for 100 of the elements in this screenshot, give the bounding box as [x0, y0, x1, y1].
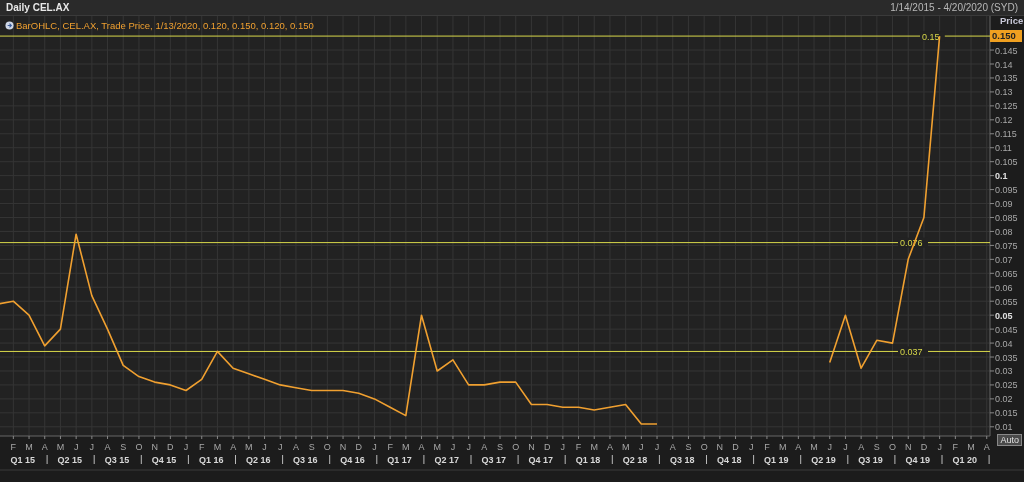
series-legend: BarOHLC, CEL.AX, Trade Price, 1/13/2020, 0.120, 0.150, 0.120, 0.150	[16, 20, 314, 31]
axis-label: A	[104, 442, 111, 452]
quarter-label: Q3 19	[858, 455, 883, 465]
axis-label: 0.135	[995, 73, 1018, 84]
axis-label: J	[278, 442, 283, 452]
chart-title: Daily CEL.AX	[6, 2, 70, 13]
axis-label: J	[183, 442, 189, 452]
axis-label: 0.045	[995, 324, 1018, 335]
level-label: 0.15	[922, 31, 940, 42]
quarter-label: Q3 17	[481, 455, 507, 465]
axis-label: 0.08	[995, 226, 1013, 237]
axis-label: F	[575, 442, 582, 452]
axis-label: J	[749, 442, 754, 452]
axis-label: O	[323, 442, 331, 452]
axis-label: M	[245, 442, 253, 452]
axis-label: 0.09	[995, 199, 1013, 210]
axis-label: O	[135, 442, 143, 452]
axis-label: F	[10, 442, 17, 452]
axis-label: M	[810, 442, 818, 452]
axis-label: 0.14	[995, 59, 1013, 70]
quarter-label: Q4 17	[528, 455, 554, 465]
axis-label: J	[262, 442, 267, 452]
axis-label: 0.015	[995, 408, 1018, 419]
quarter-label: Q2 16	[246, 455, 271, 465]
axis-label: 0.06	[995, 282, 1013, 293]
axis-label: A	[669, 442, 676, 452]
axis-label: F	[952, 442, 959, 452]
quarter-label: Q1 16	[198, 455, 224, 465]
quarter-label: Q3 18	[669, 455, 695, 465]
axis-label: M	[56, 442, 65, 452]
axis-label: A	[983, 442, 990, 452]
axis-label: D	[167, 442, 174, 452]
axis-label: M	[590, 442, 598, 452]
quarter-label: Q1 17	[387, 455, 412, 465]
axis-label: 0.11	[995, 143, 1012, 154]
axis-label: J	[843, 442, 848, 452]
axis-label: S	[873, 442, 880, 452]
quarter-label: Q1 15	[10, 455, 36, 465]
axis-label: J	[654, 442, 660, 452]
axis-label: N	[716, 442, 724, 452]
info-icon[interactable]	[5, 21, 14, 30]
axis-label: N	[151, 442, 158, 452]
axis-label: J	[89, 442, 95, 452]
axis-label: F	[199, 442, 205, 452]
axis-label: S	[497, 442, 504, 452]
axis-label: D	[732, 442, 739, 452]
axis-label: M	[25, 442, 33, 452]
axis-label: N	[528, 442, 535, 452]
axis-label: J	[450, 442, 456, 452]
axis-label: S	[685, 442, 692, 452]
axis-label: F	[764, 442, 770, 452]
quarter-label: Q2 18	[622, 455, 648, 465]
axis-label: A	[481, 442, 488, 452]
axis-label: 0.07	[995, 254, 1013, 265]
axis-label: 0.075	[995, 240, 1018, 251]
quarter-label: Q2 15	[57, 455, 83, 465]
quarter-label: Q2 17	[434, 455, 459, 465]
axis-label: J	[560, 442, 566, 452]
axis-label: 0.105	[995, 157, 1018, 168]
axis-label: N	[905, 442, 912, 452]
axis-label: 0.12	[995, 115, 1013, 126]
axis-label: 0.01	[995, 422, 1013, 433]
axis-label: F	[387, 442, 393, 452]
axis-label: 0.115	[995, 129, 1017, 140]
axis-label: 0.04	[995, 338, 1013, 349]
axis-label: D	[920, 442, 928, 452]
axis-label: M	[433, 442, 441, 452]
axis-label: 0.085	[995, 213, 1018, 223]
quarter-label: Q3 15	[104, 455, 130, 465]
axis-label: 0.03	[995, 366, 1013, 377]
axis-label: M	[967, 442, 975, 452]
axis-label: A	[606, 442, 613, 452]
axis-label: O	[700, 442, 708, 452]
axis-label: 0.05	[995, 310, 1013, 321]
quarter-label: Q4 15	[151, 455, 177, 465]
axis-label: 0.035	[995, 352, 1018, 363]
axis-label: M	[778, 442, 787, 452]
axis-label: J	[372, 442, 377, 452]
quarter-label: Q4 18	[717, 455, 742, 465]
axis-label: J	[73, 442, 79, 452]
axis-label: M	[402, 442, 410, 452]
axis-label: O	[512, 442, 520, 452]
axis-label: A	[292, 442, 299, 452]
axis-label: M	[621, 442, 630, 452]
axis-label: D	[543, 442, 551, 452]
auto-scale-button[interactable]: Auto	[997, 434, 1022, 446]
axis-label: A	[230, 442, 237, 452]
quarter-label: Q4 19	[905, 455, 930, 465]
axis-label: N	[339, 442, 347, 452]
axis-label: J	[937, 442, 942, 452]
axis-label: 0.065	[995, 268, 1018, 279]
axis-label: A	[418, 442, 425, 452]
axis-label: A	[41, 442, 48, 452]
quarter-label: Q3 16	[293, 455, 318, 465]
axis-label: 0.1	[995, 171, 1008, 182]
axis-label: J	[466, 442, 471, 452]
quarter-label: Q1 19	[764, 455, 789, 465]
axis-label: 0.02	[995, 394, 1013, 405]
axis-label: J	[639, 442, 644, 452]
axis-label: M	[213, 442, 222, 452]
